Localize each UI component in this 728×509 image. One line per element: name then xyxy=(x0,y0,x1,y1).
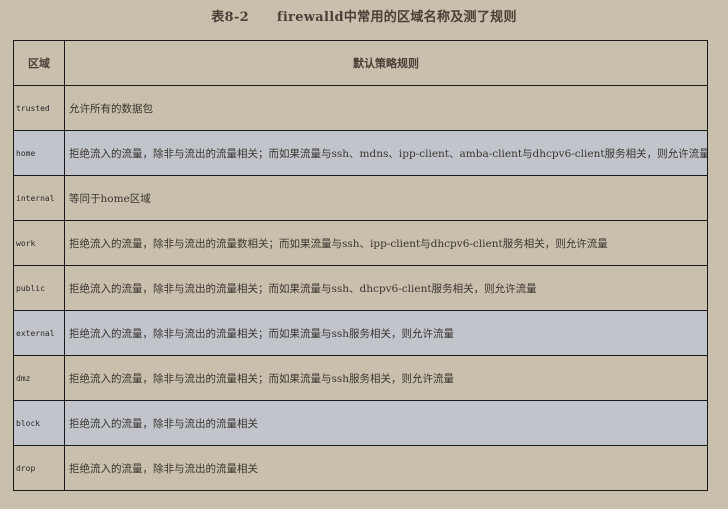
header-zone: 区域 xyxy=(13,40,65,86)
zone-name: public xyxy=(13,265,65,311)
firewalld-zones-table: 区域 默认策略规则 trusted 允许所有的数据包 home 拒绝流入的流量，… xyxy=(13,40,708,491)
zone-name: block xyxy=(13,400,65,446)
table-number: 表8-2 xyxy=(211,10,249,25)
zone-name: trusted xyxy=(13,85,65,131)
table-row: external 拒绝流入的流量，除非与流出的流量相关；而如果流量与ssh服务相… xyxy=(13,310,708,356)
zone-rule: 拒绝流入的流量，除非与流出的流量相关；而如果流量与ssh、dhcpv6-clie… xyxy=(64,265,708,311)
table-row: work 拒绝流入的流量，除非与流出的流量数相关；而如果流量与ssh、ipp-c… xyxy=(13,220,708,266)
zone-rule: 拒绝流入的流量，除非与流出的流量相关 xyxy=(64,400,708,446)
table-row: dmz 拒绝流入的流量，除非与流出的流量相关；而如果流量与ssh服务相关，则允许… xyxy=(13,355,708,401)
zone-name: dmz xyxy=(13,355,65,401)
zone-name: external xyxy=(13,310,65,356)
table-row: block 拒绝流入的流量，除非与流出的流量相关 xyxy=(13,400,708,446)
table-caption: 表8-2 firewalld中常用的区域名称及测了规则 xyxy=(0,6,728,25)
table-row: public 拒绝流入的流量，除非与流出的流量相关；而如果流量与ssh、dhcp… xyxy=(13,265,708,311)
zone-rule: 拒绝流入的流量，除非与流出的流量相关；而如果流量与ssh服务相关，则允许流量 xyxy=(64,310,708,356)
table-header-row: 区域 默认策略规则 xyxy=(13,40,708,86)
table-row: home 拒绝流入的流量，除非与流出的流量相关；而如果流量与ssh、mdns、i… xyxy=(13,130,708,176)
zone-rule: 拒绝流入的流量，除非与流出的流量相关；而如果流量与ssh服务相关，则允许流量 xyxy=(64,355,708,401)
zone-rule: 拒绝流入的流量，除非与流出的流量数相关；而如果流量与ssh、ipp-client… xyxy=(64,220,708,266)
table-title: firewalld中常用的区域名称及测了规则 xyxy=(276,10,517,25)
table-row: drop 拒绝流入的流量，除非与流出的流量相关 xyxy=(13,445,708,491)
zone-name: drop xyxy=(13,445,65,491)
zone-name: work xyxy=(13,220,65,266)
table-row: internal 等同于home区域 xyxy=(13,175,708,221)
zone-rule: 等同于home区域 xyxy=(64,175,708,221)
zone-name: home xyxy=(13,130,65,176)
zone-name: internal xyxy=(13,175,65,221)
table-row: trusted 允许所有的数据包 xyxy=(13,85,708,131)
zone-rule: 允许所有的数据包 xyxy=(64,85,708,131)
zone-rule: 拒绝流入的流量，除非与流出的流量相关；而如果流量与ssh、mdns、ipp-cl… xyxy=(64,130,708,176)
header-default-policy: 默认策略规则 xyxy=(64,40,708,86)
zone-rule: 拒绝流入的流量，除非与流出的流量相关 xyxy=(64,445,708,491)
